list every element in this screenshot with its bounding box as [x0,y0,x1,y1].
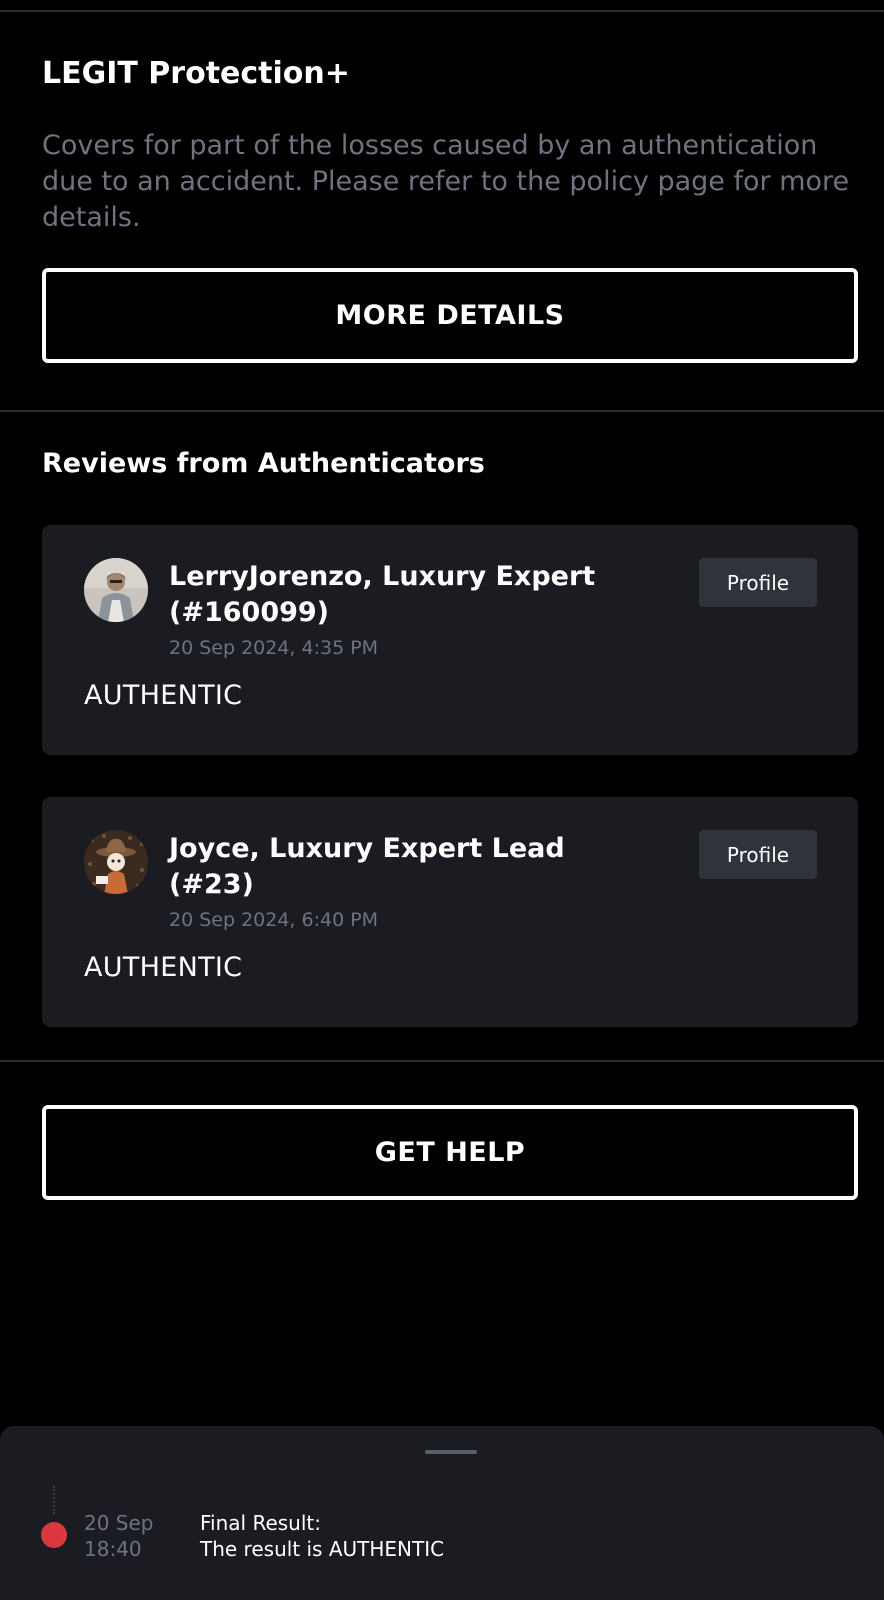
timeline-event-title: Final Result: [200,1511,321,1535]
get-help-button[interactable]: GET HELP [42,1105,858,1200]
reviews-title: Reviews from Authenticators [42,448,485,479]
section-divider [0,410,884,412]
drag-handle[interactable] [425,1450,477,1454]
status-dot-icon [41,1522,67,1548]
timeline-event-text: Final Result: The result is AUTHENTIC [200,1510,444,1562]
review-verdict: AUTHENTIC [84,952,243,983]
person-photo-avatar-icon [84,558,148,622]
timeline-bottom-sheet[interactable]: 20 Sep 18:40 Final Result: The result is… [0,1426,884,1600]
timeline-connector [53,1486,57,1514]
cartoon-cowboy-avatar-icon [84,830,148,894]
section-divider [0,1060,884,1062]
timeline-event-date: 20 Sep [84,1511,154,1535]
protection-title: LEGIT Protection+ [42,56,350,91]
review-verdict: AUTHENTIC [84,680,243,711]
profile-button[interactable]: Profile [699,830,817,879]
review-date: 20 Sep 2024, 4:35 PM [169,637,379,659]
top-divider [0,10,884,12]
reviewer-name: Joyce, Luxury Expert Lead (#23) [169,833,565,900]
reviewer-name: LerryJorenzo, Luxury Expert (#160099) [169,561,596,628]
review-date: 20 Sep 2024, 6:40 PM [169,909,379,931]
timeline-event-datetime: 20 Sep 18:40 [84,1510,154,1562]
profile-button[interactable]: Profile [699,558,817,607]
page: LEGIT Protection+ Covers for part of the… [0,0,884,1600]
timeline-event-time: 18:40 [84,1537,142,1561]
review-card: LerryJorenzo, Luxury Expert (#160099) 20… [42,525,858,755]
more-details-button[interactable]: MORE DETAILS [42,268,858,363]
protection-description: Covers for part of the losses caused by … [42,130,850,233]
review-card: Joyce, Luxury Expert Lead (#23) 20 Sep 2… [42,797,858,1027]
timeline-event-detail: The result is AUTHENTIC [200,1537,445,1561]
